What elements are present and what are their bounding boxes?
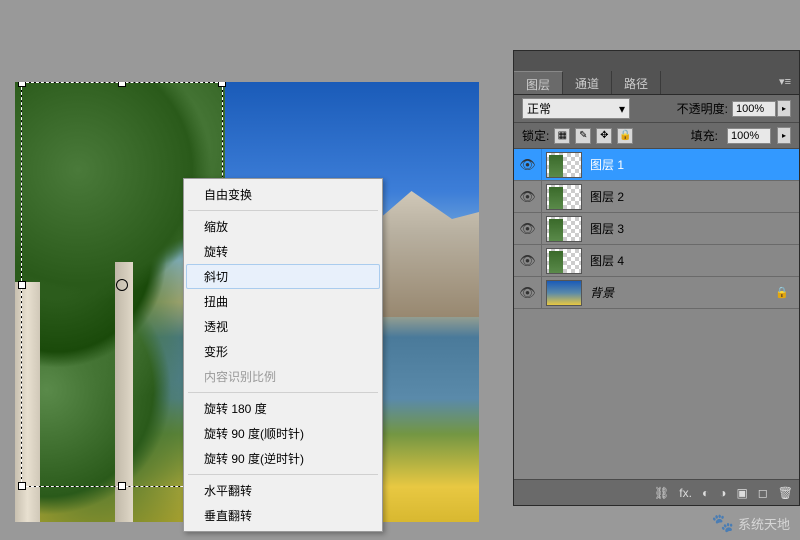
tab-paths[interactable]: 路径 xyxy=(612,71,661,94)
lock-all-icon[interactable]: 🔒 xyxy=(617,128,633,144)
layers-panel: 图层 通道 路径 ▾≡ 正常 ▾ 不透明度: 100% ▸ 锁定: ▦ ✎ ✥ … xyxy=(513,50,800,506)
layer-name[interactable]: 图层 2 xyxy=(590,188,624,205)
menu-scale[interactable]: 缩放 xyxy=(186,214,380,239)
visibility-toggle-icon[interactable]: 👁 xyxy=(514,277,542,308)
handle-top-left[interactable] xyxy=(18,82,26,87)
layers-panel-footer: ⛓ fx. ◐ ◑ ▣ ◻ 🗑 xyxy=(514,479,799,505)
fill-label: 填充: xyxy=(691,127,718,144)
layer-style-icon[interactable]: fx. xyxy=(679,486,692,500)
tab-layers[interactable]: 图层 xyxy=(514,71,563,94)
paw-icon: 🐾 xyxy=(712,513,734,534)
layers-list: 👁 图层 1 👁 图层 2 👁 图层 3 👁 图层 4 👁 背景 🔒 xyxy=(514,149,799,309)
menu-rotate-180[interactable]: 旋转 180 度 xyxy=(186,396,380,421)
adjustment-layer-icon[interactable]: ◑ xyxy=(719,486,726,500)
visibility-toggle-icon[interactable]: 👁 xyxy=(514,213,542,244)
layer-row[interactable]: 👁 图层 3 xyxy=(514,213,799,245)
visibility-toggle-icon[interactable]: 👁 xyxy=(514,149,542,180)
layer-name[interactable]: 图层 1 xyxy=(590,156,624,173)
menu-rotate[interactable]: 旋转 xyxy=(186,239,380,264)
lock-label: 锁定: xyxy=(522,127,549,144)
blend-opacity-row: 正常 ▾ 不透明度: 100% ▸ xyxy=(514,95,799,123)
opacity-slider-icon[interactable]: ▸ xyxy=(777,100,791,117)
new-group-icon[interactable]: ▣ xyxy=(736,486,747,500)
tab-channels[interactable]: 通道 xyxy=(563,71,612,94)
layer-thumbnail[interactable] xyxy=(546,184,582,210)
layer-name[interactable]: 背景 xyxy=(590,284,614,301)
transform-context-menu: 自由变换 缩放 旋转 斜切 扭曲 透视 变形 内容识别比例 旋转 180 度 旋… xyxy=(183,178,383,532)
watermark: 🐾 系统天地 xyxy=(712,513,790,534)
layer-row-background[interactable]: 👁 背景 🔒 xyxy=(514,277,799,309)
layer-thumbnail[interactable] xyxy=(546,152,582,178)
opacity-label: 不透明度: xyxy=(677,100,728,117)
menu-rotate-90-cw[interactable]: 旋转 90 度(顺时针) xyxy=(186,421,380,446)
lock-transparency-icon[interactable]: ▦ xyxy=(554,128,570,144)
layer-thumbnail[interactable] xyxy=(546,216,582,242)
handle-bottom-center[interactable] xyxy=(118,482,126,490)
opacity-input[interactable]: 100% xyxy=(732,101,776,117)
menu-rotate-90-ccw[interactable]: 旋转 90 度(逆时针) xyxy=(186,446,380,471)
menu-perspective[interactable]: 透视 xyxy=(186,314,380,339)
handle-top-right[interactable] xyxy=(218,82,226,87)
handle-middle-left[interactable] xyxy=(18,281,26,289)
blend-mode-value: 正常 xyxy=(527,100,551,117)
menu-warp[interactable]: 变形 xyxy=(186,339,380,364)
link-layers-icon[interactable]: ⛓ xyxy=(654,486,669,500)
fill-slider-icon[interactable]: ▸ xyxy=(777,127,791,144)
menu-separator xyxy=(188,210,378,211)
menu-free-transform[interactable]: 自由变换 xyxy=(186,182,380,207)
lock-position-icon[interactable]: ✥ xyxy=(596,128,612,144)
menu-separator xyxy=(188,392,378,393)
panel-menu-icon[interactable]: ▾≡ xyxy=(771,71,799,94)
menu-content-aware-scale: 内容识别比例 xyxy=(186,364,380,389)
visibility-toggle-icon[interactable]: 👁 xyxy=(514,245,542,276)
panel-tabs: 图层 通道 路径 ▾≡ xyxy=(514,71,799,95)
menu-flip-vertical[interactable]: 垂直翻转 xyxy=(186,503,380,528)
fill-input[interactable]: 100% xyxy=(727,128,771,144)
menu-skew[interactable]: 斜切 xyxy=(186,264,380,289)
layer-thumbnail[interactable] xyxy=(546,280,582,306)
menu-flip-horizontal[interactable]: 水平翻转 xyxy=(186,478,380,503)
layer-thumbnail[interactable] xyxy=(546,248,582,274)
visibility-toggle-icon[interactable]: 👁 xyxy=(514,181,542,212)
layer-mask-icon[interactable]: ◐ xyxy=(702,486,709,500)
handle-center[interactable] xyxy=(116,279,128,291)
lock-fill-row: 锁定: ▦ ✎ ✥ 🔒 填充: 100% ▸ xyxy=(514,123,799,149)
menu-distort[interactable]: 扭曲 xyxy=(186,289,380,314)
watermark-text: 系统天地 xyxy=(738,514,790,533)
blend-mode-select[interactable]: 正常 ▾ xyxy=(522,98,630,119)
lock-icon: 🔒 xyxy=(775,286,789,299)
layer-row[interactable]: 👁 图层 2 xyxy=(514,181,799,213)
new-layer-icon[interactable]: ◻ xyxy=(758,486,768,500)
dropdown-icon: ▾ xyxy=(619,102,625,116)
lock-pixels-icon[interactable]: ✎ xyxy=(575,128,591,144)
handle-bottom-left[interactable] xyxy=(18,482,26,490)
layers-empty-area[interactable] xyxy=(514,309,799,479)
menu-separator xyxy=(188,474,378,475)
delete-layer-icon[interactable]: 🗑 xyxy=(778,486,793,500)
layer-name[interactable]: 图层 4 xyxy=(590,252,624,269)
handle-top-center[interactable] xyxy=(118,82,126,87)
layer-name[interactable]: 图层 3 xyxy=(590,220,624,237)
layer-row[interactable]: 👁 图层 4 xyxy=(514,245,799,277)
layer-row[interactable]: 👁 图层 1 xyxy=(514,149,799,181)
